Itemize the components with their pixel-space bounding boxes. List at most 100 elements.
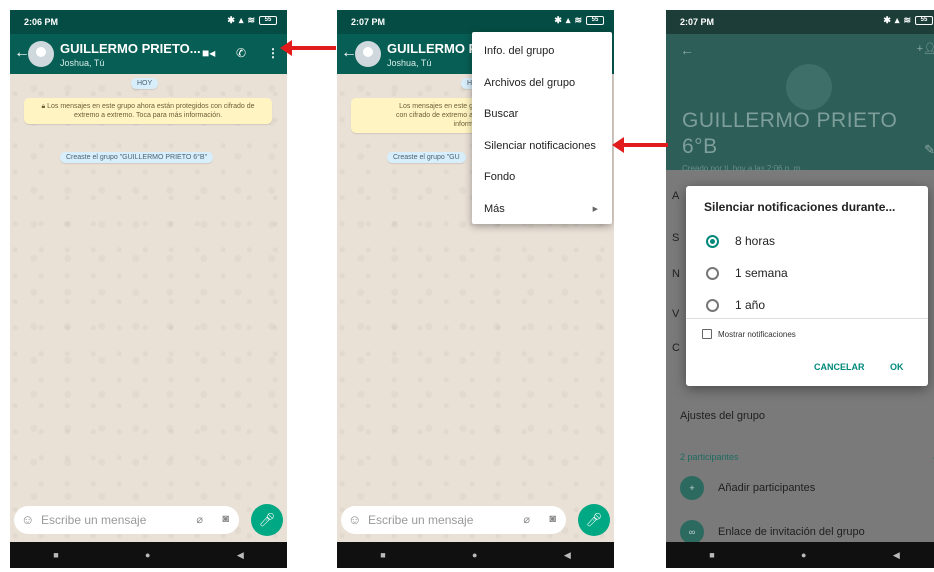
group-settings-row[interactable]: Ajustes del grupo	[680, 410, 765, 422]
link-icon: ∞	[680, 520, 704, 544]
mic-button[interactable]: 🎤︎	[578, 504, 610, 536]
message-input[interactable]: Escribe un mensaje	[368, 513, 473, 527]
system-nav-bar: ■ ● ◀	[337, 542, 614, 568]
status-time: 2:07 PM	[351, 17, 386, 27]
video-call-icon[interactable]: ■◂	[202, 46, 215, 60]
wifi-icon: ≋	[574, 15, 582, 25]
submenu-arrow-icon: ▶	[592, 205, 598, 213]
checkbox-label: Mostrar notificaciones	[718, 329, 796, 339]
menu-item-group-info[interactable]: Info. del grupo	[472, 36, 612, 68]
camera-icon[interactable]: ◙	[222, 513, 229, 525]
mute-notifications-dialog: Silenciar notificaciones durante... 8 ho…	[686, 186, 928, 386]
attach-icon[interactable]: ⌀	[196, 513, 203, 526]
encryption-notice[interactable]: 🔒︎ Los mensajes en este grupo ahora está…	[24, 98, 272, 124]
add-participants-row[interactable]: Añadir participantes	[718, 482, 815, 494]
overflow-menu: Info. del grupo Archivos del grupo Busca…	[472, 32, 612, 224]
annotation-arrow-mute	[612, 137, 668, 153]
back-nav-icon[interactable]: ◀	[893, 550, 900, 561]
message-input[interactable]: Escribe un mensaje	[41, 513, 146, 527]
partial-row-s: S	[672, 232, 680, 244]
group-avatar[interactable]	[28, 41, 54, 67]
cancel-button[interactable]: CANCELAR	[814, 362, 865, 372]
group-name[interactable]: GUILLERMO PF	[387, 41, 485, 56]
group-created-notice: Creaste el grupo "GU	[387, 152, 466, 163]
emoji-icon[interactable]: ☺	[348, 512, 361, 527]
status-time: 2:07 PM	[680, 17, 715, 27]
status-bar: 2:07 PM ✱ ▴ ≋ 55	[337, 10, 614, 34]
message-input-bar[interactable]: ☺ Escribe un mensaje ⌀ ◙	[14, 506, 239, 534]
signal-icon: ▴	[565, 15, 571, 25]
message-input-bar[interactable]: ☺ Escribe un mensaje ⌀ ◙	[341, 506, 566, 534]
radio-icon[interactable]	[706, 266, 719, 280]
back-nav-icon[interactable]: ◀	[564, 550, 571, 561]
bluetooth-icon: ✱	[883, 15, 891, 25]
menu-item-mute-notifications[interactable]: Silenciar notificaciones	[472, 131, 612, 163]
wifi-icon: ≋	[903, 15, 911, 25]
option-label: 1 semana	[735, 266, 788, 280]
group-avatar[interactable]	[355, 41, 381, 67]
menu-item-search[interactable]: Buscar	[472, 99, 612, 131]
option-8-hours[interactable]: 8 horas	[706, 234, 775, 248]
menu-item-more[interactable]: Más ▶	[472, 194, 612, 226]
battery-icon: 55	[915, 16, 933, 25]
emoji-icon[interactable]: ☺	[21, 512, 34, 527]
signal-icon: ▴	[238, 15, 244, 25]
camera-icon[interactable]: ◙	[549, 513, 556, 525]
status-time: 2:06 PM	[24, 17, 59, 27]
group-members: Joshua, Tú	[387, 58, 432, 68]
mic-icon: 🎤︎	[585, 512, 603, 527]
option-label: 1 año	[735, 298, 766, 312]
group-members: Joshua, Tú	[60, 58, 105, 68]
divider	[686, 318, 928, 319]
encryption-notice-text: Los mensajes en este grupo ahora están p…	[47, 103, 255, 119]
encryption-notice[interactable]: Los mensajes en este g con cifrado de ex…	[351, 98, 479, 133]
partial-row-a: A	[672, 190, 680, 202]
annotation-arrow-menu	[280, 40, 336, 56]
bluetooth-icon: ✱	[554, 15, 562, 25]
dialog-title: Silenciar notificaciones durante...	[704, 200, 896, 214]
option-1-week[interactable]: 1 semana	[706, 266, 788, 280]
more-options-icon[interactable]: ⋮	[267, 46, 279, 60]
mic-button[interactable]: 🎤︎	[251, 504, 283, 536]
bluetooth-icon: ✱	[227, 15, 235, 25]
partial-row-c: C	[672, 342, 680, 354]
radio-selected-icon[interactable]	[706, 234, 719, 248]
notice-line-3: inform	[453, 121, 473, 128]
checkbox-icon[interactable]	[702, 329, 712, 339]
menu-item-wallpaper[interactable]: Fondo	[472, 162, 612, 194]
edit-icon[interactable]: ✎	[924, 142, 934, 158]
add-participant-icon[interactable]: +👤︎	[917, 42, 934, 55]
ok-button[interactable]: OK	[890, 362, 904, 372]
recents-icon[interactable]: ■	[53, 550, 58, 560]
status-bar: 2:07 PM ✱ ▴ ≋ 55	[666, 10, 934, 34]
invite-link-row[interactable]: Enlace de invitación del grupo	[718, 526, 865, 538]
system-nav-bar: ■ ● ◀	[666, 542, 934, 568]
screen-chat: 2:06 PM ✱ ▴ ≋ 55 ← GUILLERMO PRIETO... J…	[10, 10, 287, 568]
group-title-line-2: 6°B	[682, 135, 718, 158]
home-icon[interactable]: ●	[801, 550, 806, 560]
recents-icon[interactable]: ■	[380, 550, 385, 560]
recents-icon[interactable]: ■	[709, 550, 714, 560]
group-created-notice: Creaste el grupo "GUILLERMO PRIETO 6°B"	[60, 152, 214, 163]
partial-row-v: V	[672, 308, 680, 320]
back-arrow-icon[interactable]: ←	[680, 42, 694, 58]
home-icon[interactable]: ●	[145, 550, 150, 560]
option-1-year[interactable]: 1 año	[706, 298, 765, 312]
mic-icon: 🎤︎	[258, 512, 276, 527]
group-title: GUILLERMO PRIETO 6°B	[682, 108, 897, 160]
show-notifications-checkbox[interactable]: Mostrar notificaciones	[702, 329, 796, 339]
back-nav-icon[interactable]: ◀	[237, 550, 244, 561]
date-chip: HOY	[131, 78, 159, 89]
screen-chat-menu: 2:07 PM ✱ ▴ ≋ 55 ← GUILLERMO PF Joshua, …	[337, 10, 614, 568]
menu-item-group-files[interactable]: Archivos del grupo	[472, 68, 612, 100]
group-name[interactable]: GUILLERMO PRIETO...	[60, 41, 201, 56]
attach-icon[interactable]: ⌀	[523, 513, 530, 526]
signal-icon: ▴	[894, 15, 900, 25]
home-icon[interactable]: ●	[472, 550, 477, 560]
radio-icon[interactable]	[706, 298, 719, 312]
notice-line-2: con cifrado de extremo a	[395, 112, 473, 119]
battery-icon: 55	[586, 16, 604, 25]
phone-call-icon[interactable]: ✆	[236, 46, 246, 60]
notice-line-1: Los mensajes en este g	[399, 103, 473, 110]
chat-app-bar: ← GUILLERMO PRIETO... Joshua, Tú ■◂ ✆ ⋮	[10, 34, 287, 74]
